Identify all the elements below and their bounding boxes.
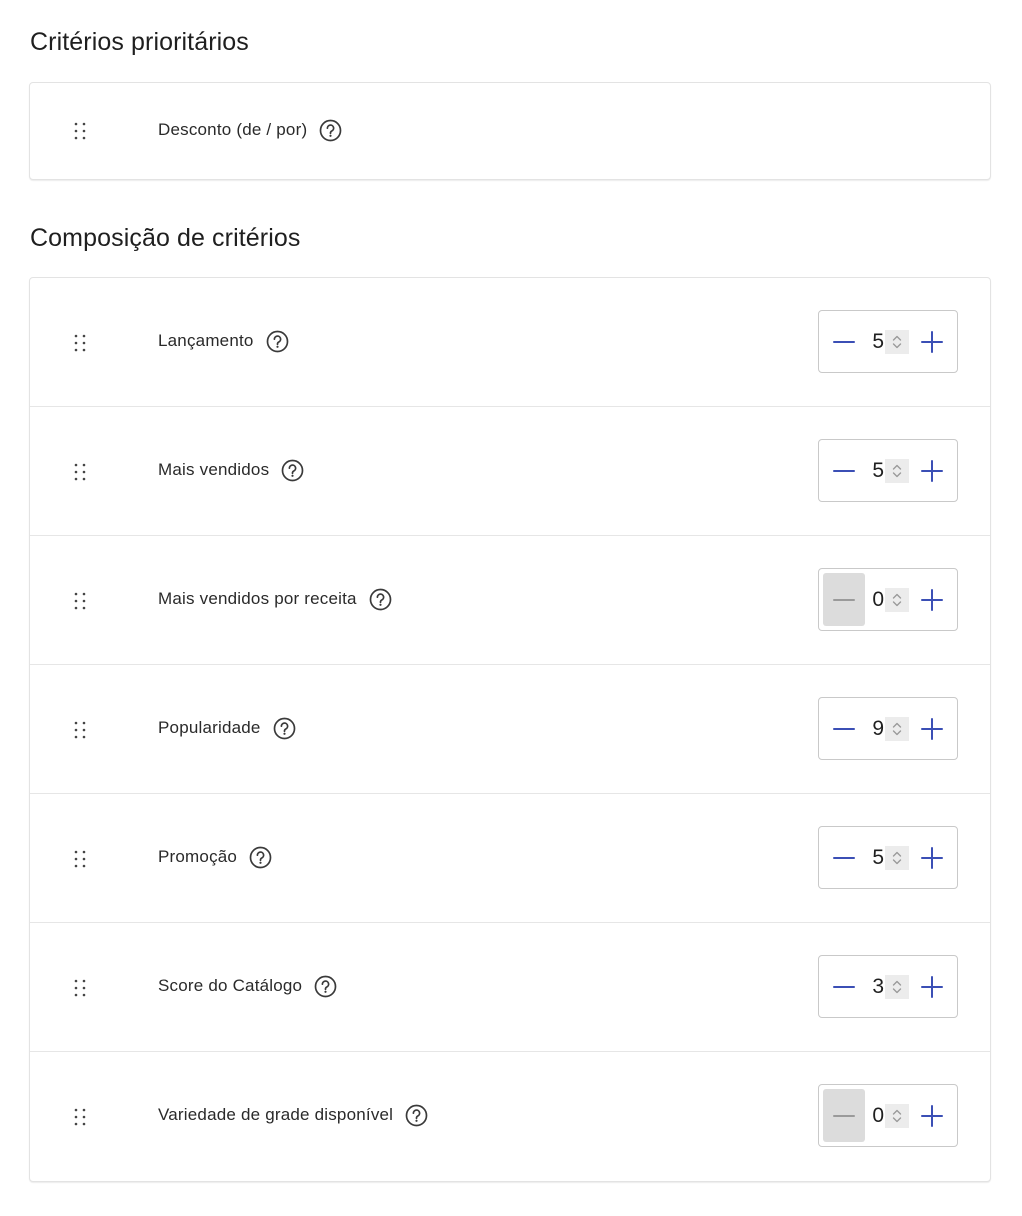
criterion-label: Promoção	[158, 847, 238, 866]
chevron-up-down-icon[interactable]	[885, 717, 909, 741]
help-circle-icon[interactable]	[314, 975, 337, 998]
minus-icon	[833, 1114, 855, 1117]
drag-handle-icon[interactable]	[74, 979, 86, 997]
criterion-row: Score do Catálogo 3	[30, 923, 990, 1052]
minus-icon	[833, 856, 855, 859]
drag-handle-icon[interactable]	[74, 850, 86, 868]
increment-button[interactable]	[911, 573, 953, 626]
help-circle-icon[interactable]	[266, 330, 289, 353]
plus-icon	[921, 975, 943, 998]
criterion-label: Mais vendidos por receita	[158, 589, 357, 608]
weight-stepper: 0	[818, 1084, 958, 1147]
chevron-up-down-icon[interactable]	[885, 330, 909, 354]
decrement-button[interactable]	[823, 444, 865, 497]
weight-input[interactable]: 3	[869, 974, 909, 1000]
plus-icon	[921, 1104, 943, 1127]
criterion-row: Variedade de grade disponível 0	[30, 1052, 990, 1181]
criterion-row: Popularidade 9	[30, 665, 990, 794]
criterion-row: Mais vendidos por receita 0	[30, 536, 990, 665]
minus-icon	[833, 727, 855, 730]
increment-button[interactable]	[911, 702, 953, 755]
criterion-label: Popularidade	[158, 718, 261, 737]
criterion-label: Lançamento	[158, 331, 254, 350]
help-circle-icon[interactable]	[281, 459, 304, 482]
drag-handle-icon[interactable]	[74, 1108, 86, 1126]
composition-criteria-card: Lançamento 5 Mais vendidos 5 Mais vendid…	[29, 277, 991, 1182]
plus-icon	[921, 330, 943, 353]
minus-icon	[833, 469, 855, 472]
drag-handle-icon[interactable]	[74, 334, 86, 352]
composition-section-title: Composição de critérios	[30, 224, 301, 252]
help-circle-icon[interactable]	[369, 588, 392, 611]
increment-button[interactable]	[911, 960, 953, 1013]
chevron-up-down-icon[interactable]	[885, 975, 909, 999]
criterion-label: Variedade de grade disponível	[158, 1105, 394, 1124]
weight-value: 5	[872, 459, 884, 482]
weight-stepper: 3	[818, 955, 958, 1018]
criterion-row: Mais vendidos 5	[30, 407, 990, 536]
criterion-label: Desconto (de / por)	[158, 120, 308, 139]
decrement-button[interactable]	[823, 1089, 865, 1142]
criterion-row: Lançamento 5	[30, 278, 990, 407]
weight-value: 0	[872, 588, 884, 611]
drag-handle-icon[interactable]	[74, 721, 86, 739]
help-circle-icon[interactable]	[319, 119, 342, 142]
drag-handle-icon[interactable]	[74, 592, 86, 610]
help-circle-icon[interactable]	[249, 846, 272, 869]
weight-input[interactable]: 0	[869, 587, 909, 613]
plus-icon	[921, 588, 943, 611]
plus-icon	[921, 846, 943, 869]
drag-handle-icon[interactable]	[74, 463, 86, 481]
chevron-up-down-icon[interactable]	[885, 846, 909, 870]
weight-input[interactable]: 5	[869, 845, 909, 871]
chevron-up-down-icon[interactable]	[885, 459, 909, 483]
plus-icon	[921, 459, 943, 482]
plus-icon	[921, 717, 943, 740]
decrement-button[interactable]	[823, 573, 865, 626]
priority-criteria-card: Desconto (de / por)	[29, 82, 991, 180]
decrement-button[interactable]	[823, 702, 865, 755]
increment-button[interactable]	[911, 315, 953, 368]
increment-button[interactable]	[911, 831, 953, 884]
increment-button[interactable]	[911, 1089, 953, 1142]
weight-input[interactable]: 0	[869, 1103, 909, 1129]
decrement-button[interactable]	[823, 960, 865, 1013]
minus-icon	[833, 340, 855, 343]
chevron-up-down-icon[interactable]	[885, 1104, 909, 1128]
priority-section-title: Critérios prioritários	[30, 28, 249, 56]
weight-stepper: 5	[818, 310, 958, 373]
weight-stepper: 9	[818, 697, 958, 760]
criterion-label: Score do Catálogo	[158, 976, 303, 995]
weight-input[interactable]: 9	[869, 716, 909, 742]
help-circle-icon[interactable]	[273, 717, 296, 740]
help-circle-icon[interactable]	[405, 1104, 428, 1127]
decrement-button[interactable]	[823, 315, 865, 368]
drag-handle-icon[interactable]	[74, 122, 86, 140]
chevron-up-down-icon[interactable]	[885, 588, 909, 612]
weight-value: 0	[872, 1104, 884, 1127]
minus-icon	[833, 985, 855, 988]
weight-input[interactable]: 5	[869, 329, 909, 355]
weight-stepper: 5	[818, 826, 958, 889]
weight-stepper: 5	[818, 439, 958, 502]
minus-icon	[833, 598, 855, 601]
weight-value: 5	[872, 330, 884, 353]
weight-input[interactable]: 5	[869, 458, 909, 484]
weight-value: 5	[872, 846, 884, 869]
decrement-button[interactable]	[823, 831, 865, 884]
criterion-row: Promoção 5	[30, 794, 990, 923]
weight-stepper: 0	[818, 568, 958, 631]
priority-criterion-row: Desconto (de / por)	[30, 83, 990, 179]
weight-value: 3	[872, 975, 884, 998]
weight-value: 9	[872, 717, 884, 740]
criterion-label: Mais vendidos	[158, 460, 270, 479]
increment-button[interactable]	[911, 444, 953, 497]
